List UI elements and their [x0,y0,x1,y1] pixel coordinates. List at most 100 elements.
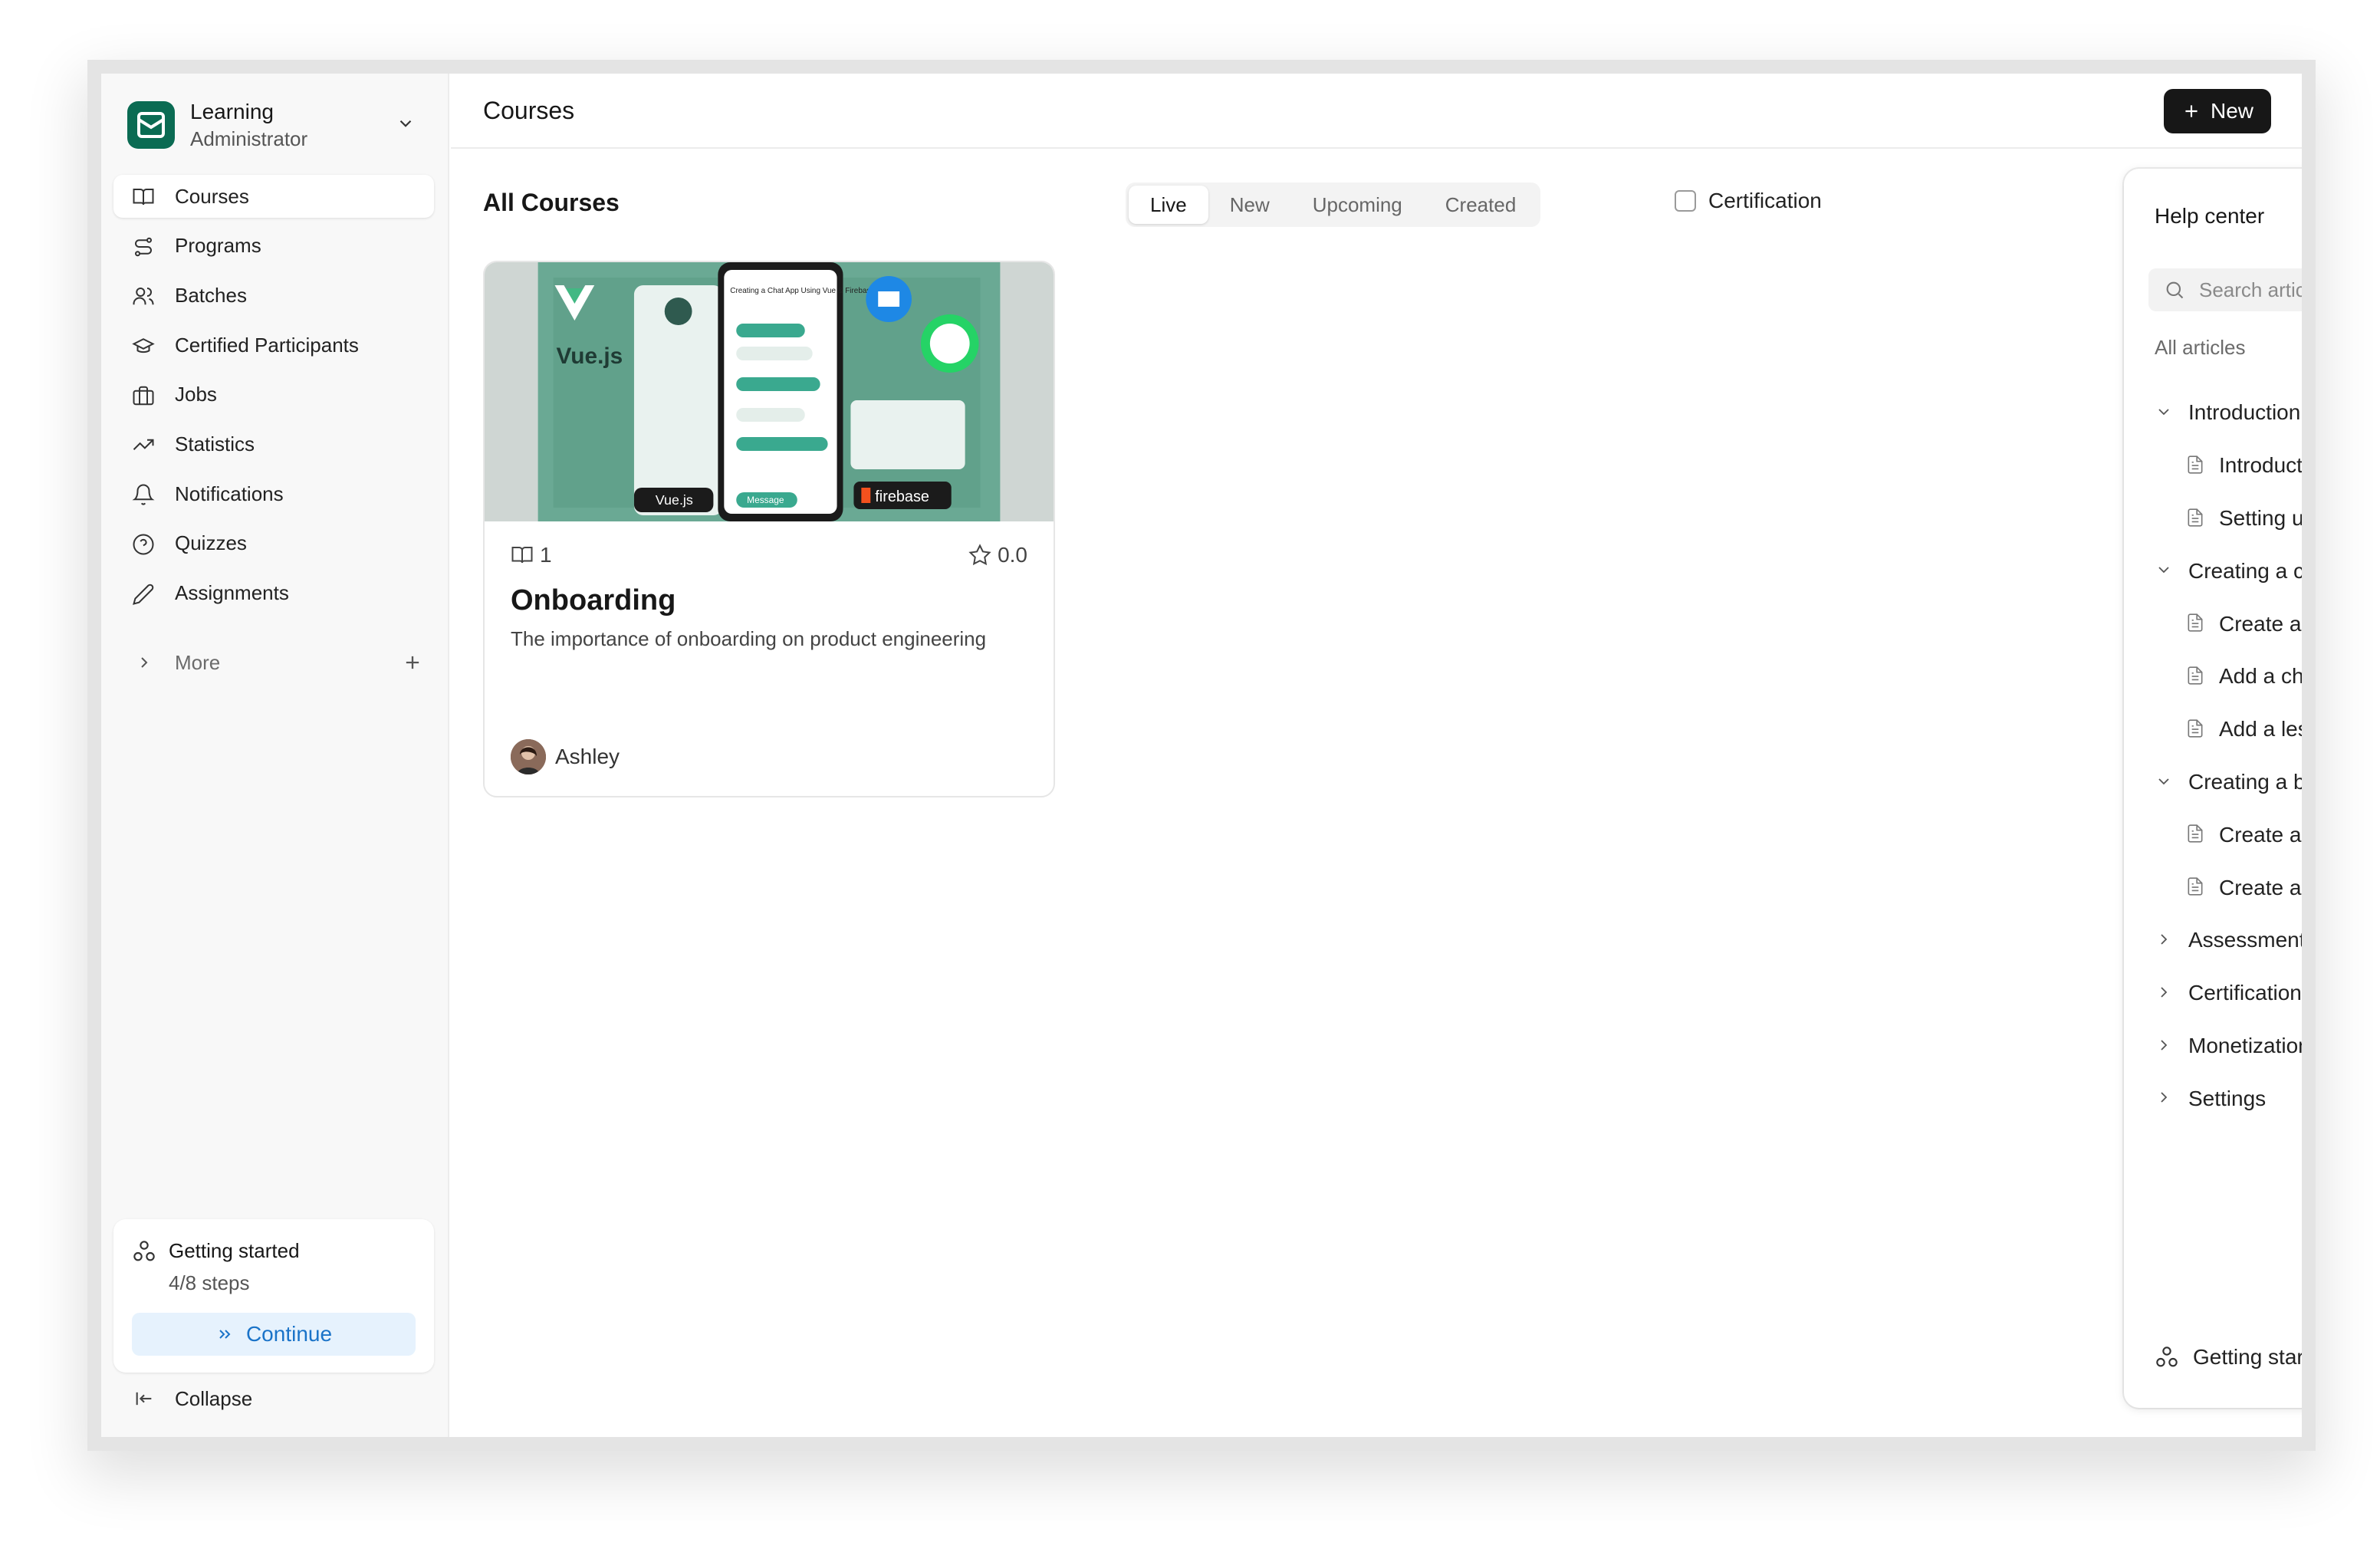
all-articles-link[interactable]: All articles [2155,336,2302,360]
help-section-label: Creating a course [2188,558,2302,583]
plus-icon[interactable] [402,652,423,679]
rating-value: 0.0 [998,543,1027,567]
sidebar-item-courses[interactable]: Courses [113,175,434,218]
page-title: Courses [483,97,575,124]
certification-filter[interactable]: Certification [1675,189,1822,213]
all-articles-label: All articles [2155,336,2246,359]
help-section-label: Creating a batch [2188,769,2302,794]
help-section-label: Introduction [2188,400,2301,425]
app-name: Learning [190,100,274,123]
sidebar-item-label: Courses [175,184,249,208]
tab-upcoming[interactable]: Upcoming [1291,186,1424,224]
thumbnail-message-text: Message [747,495,784,505]
certification-checkbox[interactable] [1675,190,1696,212]
sidebar-item-label: Programs [175,234,261,258]
continue-button[interactable]: Continue [132,1313,416,1356]
help-section-certification[interactable]: Certification [2155,967,2302,1020]
help-getting-started-link[interactable]: Getting started [2155,1345,2302,1370]
collapse-label: Collapse [175,1386,253,1410]
file-text-icon [2185,876,2205,902]
main-content: Courses New All Courses Live New Upcomin… [451,74,2302,1437]
sidebar-more-toggle[interactable]: More [113,641,434,684]
plus-icon [2185,105,2198,117]
users-icon [132,284,155,307]
course-card[interactable]: Vue.js Creating a Chat App Using Vue & F… [483,261,1055,797]
file-text-icon [2185,455,2205,480]
getting-started-title: Getting started [169,1239,300,1262]
chevron-right-icon [2155,1087,2173,1112]
help-article-add-a-lesson[interactable]: Add a lesson [2155,703,2302,756]
help-article-setting-up[interactable]: Setting up [2155,492,2302,545]
tab-new[interactable]: New [1208,186,1291,224]
sidebar-nav: Courses Programs Batches Certified Parti… [113,175,434,621]
sidebar-item-certified-participants[interactable]: Certified Participants [113,324,434,367]
sidebar-item-label: Quizzes [175,531,247,555]
shapes-icon [132,1239,156,1268]
course-thumbnail: Vue.js Creating a Chat App Using Vue & F… [485,262,1054,521]
collapse-sidebar-button[interactable]: Collapse [113,1377,434,1420]
help-article-add-a-chapter[interactable]: Add a chapter [2155,650,2302,703]
file-text-icon [2185,718,2205,744]
help-circle-icon [132,533,155,556]
app-switcher[interactable]: Learning Administrator [127,97,428,155]
search-placeholder: Search articles... [2199,278,2302,301]
help-section-settings[interactable]: Settings [2155,1072,2302,1125]
sidebar-item-quizzes[interactable]: Quizzes [113,522,434,565]
sidebar-item-batches[interactable]: Batches [113,274,434,317]
app-window: Learning Administrator Courses Programs [101,74,2302,1437]
help-article-label: Introduction [2219,453,2302,478]
route-icon [132,235,155,258]
help-section-introduction[interactable]: Introduction [2155,386,2302,439]
avatar [511,739,546,774]
thumbnail-firebase-text: firebase [875,488,929,505]
sidebar-item-notifications[interactable]: Notifications [113,472,434,515]
help-article-label: Setting up [2219,505,2302,530]
chevron-right-icon [2155,929,2173,954]
help-article-create-a-course[interactable]: Create a course [2155,597,2302,650]
search-icon [2164,279,2185,306]
app-logo-icon [127,101,175,149]
thumbnail-vue-badge: Vue.js [656,492,693,508]
pencil-icon [132,583,155,606]
help-article-label: Create a course [2219,611,2302,636]
chevron-down-icon [2155,560,2173,584]
lesson-count-value: 1 [540,543,552,567]
chevron-down-icon [2155,771,2173,796]
help-section-creating-a-batch[interactable]: Creating a batch [2155,756,2302,809]
bell-icon [132,483,155,506]
sidebar-item-statistics[interactable]: Statistics [113,423,434,465]
help-article-create-a-batch[interactable]: Create a batch [2155,808,2302,861]
help-search-input[interactable]: Search articles... [2148,268,2302,311]
help-section-assessments[interactable]: Assessments [2155,914,2302,967]
sidebar-item-assignments[interactable]: Assignments [113,572,434,615]
sidebar-item-programs[interactable]: Programs [113,225,434,268]
graduation-cap-icon [132,334,155,357]
help-footer-label: Getting started [2193,1345,2302,1369]
course-author: Ashley [511,739,620,774]
help-article-label: Add a chapter [2219,664,2302,689]
shapes-icon [2156,1346,2178,1367]
continue-label: Continue [245,1322,333,1346]
chevron-right-icon [2155,1035,2173,1060]
sidebar-item-label: Statistics [175,432,255,455]
help-articles-tree: Introduction Introduction Setting up Cre… [2155,386,2302,1125]
help-section-monetization[interactable]: Monetization [2155,1020,2302,1073]
help-article-create-a-live-class[interactable]: Create a live class [2155,861,2302,914]
certification-label: Certification [1708,189,1822,212]
section-title: All Courses [483,189,620,216]
help-article-introduction[interactable]: Introduction [2155,439,2302,492]
course-rating: 0.0 [968,543,1027,567]
sidebar-item-label: Batches [175,283,247,307]
tab-created[interactable]: Created [1424,186,1538,224]
thumbnail-chat-title: Creating a Chat App Using Vue & Firebase [730,287,875,295]
course-title: Onboarding [511,584,676,617]
help-section-creating-a-course[interactable]: Creating a course [2155,544,2302,597]
thumbnail-vue-text: Vue.js [556,344,623,369]
help-article-label: Create a batch [2219,822,2302,847]
star-icon [968,544,991,566]
new-course-button[interactable]: New [2164,89,2271,133]
chevron-down-icon [396,113,416,137]
sidebar-item-jobs[interactable]: Jobs [113,373,434,416]
tab-live[interactable]: Live [1129,186,1208,224]
lesson-count: 1 [511,543,552,567]
